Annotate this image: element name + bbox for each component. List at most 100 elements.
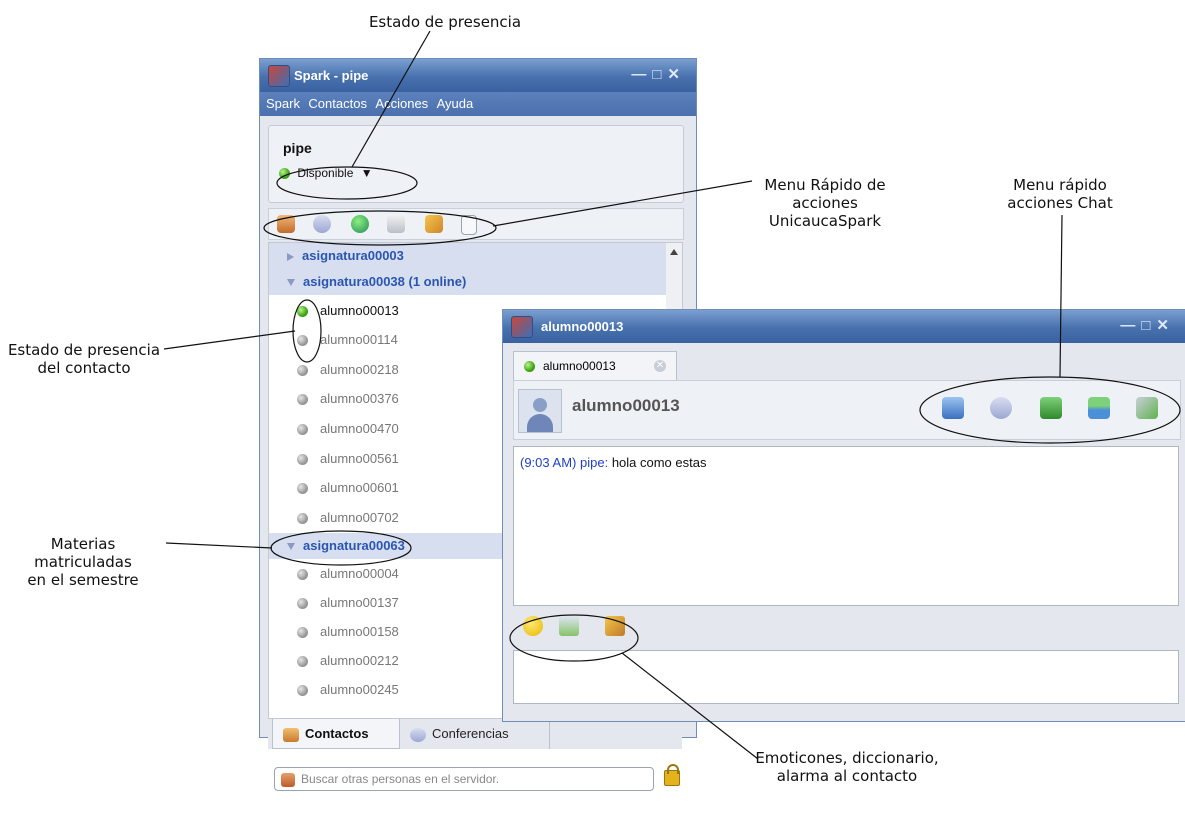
image-icon[interactable] [1088,397,1110,419]
quick-actions-toolbar [268,208,684,240]
bell-icon[interactable] [605,616,625,636]
tab-conferencias[interactable]: Conferencias [400,719,550,749]
offline-status-icon [297,454,308,466]
offline-status-icon [297,513,308,525]
offline-status-icon [297,598,308,610]
search-placeholder: Buscar otras personas en el servidor. [301,772,500,786]
menu-ayuda[interactable]: Ayuda [437,96,474,111]
collapse-arrow-icon [287,279,295,287]
search-input[interactable]: Buscar otras personas en el servidor. [274,767,654,791]
chat-window-title: alumno00013 [541,319,624,334]
download-icon[interactable] [1040,397,1062,419]
presence-status-dropdown[interactable]: Disponible ▼ [279,166,373,180]
chat-window: alumno00013 —□✕ alumno00013 ✕ alumno0001… [502,309,1185,722]
annotation-line: del contacto [37,359,131,377]
offline-status-icon [297,685,308,697]
close-tab-icon[interactable]: ✕ [654,360,666,372]
group-row[interactable]: asignatura00003 [269,243,675,269]
contact-name: alumno00470 [320,421,399,436]
contact-name: alumno00013 [320,303,399,318]
annotation-line: acciones [792,194,858,212]
chat-transcript[interactable]: (9:03 AM) pipe: hola como estas [513,446,1179,606]
conference-icon[interactable] [990,397,1012,419]
chat-tab-label: alumno00013 [543,359,616,373]
broadcast-icon[interactable] [387,215,405,233]
main-window-title: Spark - pipe [294,68,369,83]
offline-status-icon [297,365,308,377]
menubar: Spark Contactos Acciones Ayuda [260,92,696,116]
avatar [518,389,562,433]
group-row[interactable]: asignatura00038 (1 online) [269,269,675,295]
contact-name: alumno00376 [320,391,399,406]
offline-status-icon [297,335,308,347]
collapse-arrow-icon [287,543,295,551]
contact-name: alumno00004 [320,566,399,581]
online-status-icon [279,168,290,180]
tab-label: Contactos [305,726,369,741]
bottom-tabs: Contactos Conferencias [268,719,682,749]
annotation-line: Menu Rápido de [764,176,886,194]
menu-contactos[interactable]: Contactos [308,96,367,111]
offline-status-icon [297,569,308,581]
contact-name: alumno00245 [320,682,399,697]
annotation-chat-menu: Menu rápido acciones Chat [990,176,1130,212]
message-timestamp: (9:03 AM) [520,455,577,470]
presence-panel: pipe Disponible ▼ [268,125,684,203]
online-status-icon [524,361,535,373]
annotation-line: Emoticones, diccionario, [755,749,939,767]
contact-name: alumno00114 [320,332,398,347]
annotation-quick-menu: Menu Rápido de acciones UnicaucaSpark [740,176,910,230]
chat-message: (9:03 AM) pipe: hola como estas [520,455,706,470]
spark-app-icon [511,316,533,338]
lock-icon[interactable] [664,764,680,786]
chat-header: alumno00013 [513,380,1181,440]
group-label: asignatura00003 [302,248,404,263]
phone-icon[interactable] [1136,397,1158,419]
annotation-line: acciones Chat [1007,194,1113,212]
annotation-line: alarma al contacto [776,767,918,785]
window-controls[interactable]: —□✕ [1120,316,1175,334]
expand-arrow-icon [287,252,294,261]
annotation-line: en el semestre [27,571,139,589]
broom-icon[interactable] [425,215,443,233]
main-titlebar[interactable]: Spark - pipe —□✕ [260,59,696,92]
chat-contact-name: alumno00013 [572,396,680,415]
username: pipe [283,140,312,156]
offline-status-icon [297,483,308,495]
scroll-up-icon[interactable] [670,249,678,255]
contact-name: alumno00218 [320,362,399,377]
conference-icon [410,727,426,742]
presence-globe-icon[interactable] [351,215,369,233]
window-controls[interactable]: —□✕ [631,65,686,83]
offline-status-icon [297,394,308,406]
status-label: Disponible [297,166,354,180]
contact-name: alumno00601 [320,480,399,495]
spark-app-icon [268,65,290,87]
menu-spark[interactable]: Spark [266,96,300,111]
offline-status-icon [297,424,308,436]
spellcheck-icon[interactable] [559,616,579,636]
chevron-down-icon: ▼ [360,166,373,180]
contacts-icon [283,727,299,742]
annotation-line: Menu rápido [1013,176,1107,194]
annotation-emoticons: Emoticones, diccionario, alarma al conta… [722,749,972,785]
chat-tab[interactable]: alumno00013 ✕ [513,351,677,380]
offline-status-icon [297,656,308,668]
chat-titlebar[interactable]: alumno00013 —□✕ [503,310,1185,343]
notes-icon[interactable] [461,215,477,235]
message-text: hola como estas [611,455,707,470]
offline-status-icon [297,627,308,639]
profile-card-icon[interactable] [942,397,964,419]
contact-name: alumno00702 [320,510,399,525]
contact-name: alumno00137 [320,595,399,610]
add-contact-icon[interactable] [277,215,295,233]
smiley-icon[interactable] [523,616,543,636]
chat-message-input[interactable] [513,650,1179,704]
tab-contactos[interactable]: Contactos [272,719,400,749]
annotation-contact-presence: Estado de presencia del contacto [4,341,164,377]
contact-name: alumno00212 [320,653,399,668]
menu-acciones[interactable]: Acciones [375,96,428,111]
conference-icon[interactable] [313,215,331,233]
annotation-presence-state: Estado de presencia [368,13,522,31]
message-sender: pipe: [579,455,609,470]
